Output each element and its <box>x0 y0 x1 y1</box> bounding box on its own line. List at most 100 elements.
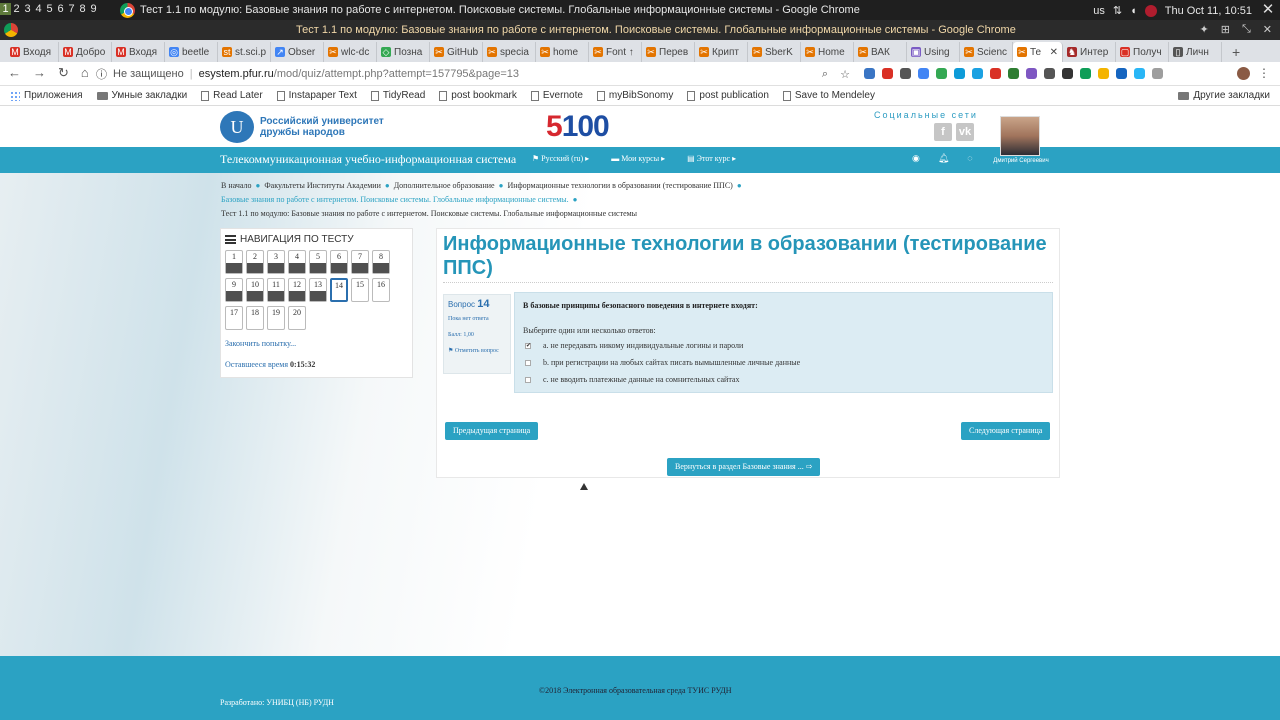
tab[interactable]: ✂ SberK <box>748 42 801 62</box>
quiz-nav-button-1[interactable]: 1 <box>225 250 243 274</box>
tab[interactable]: ♞ Интер <box>1063 42 1116 62</box>
quiz-nav-button-6[interactable]: 6 <box>330 250 348 274</box>
bookmark-item[interactable]: Instapaper Text <box>276 90 357 101</box>
menu-my-courses[interactable]: ▬ Мои курсы ▸ <box>611 154 665 163</box>
answer-checkbox[interactable] <box>525 359 531 366</box>
breadcrumb-faculties[interactable]: Факультеты Институты Академии <box>264 179 381 193</box>
quiz-nav-button-3[interactable]: 3 <box>267 250 285 274</box>
bookmark-item[interactable]: Read Later <box>201 90 263 101</box>
cast-icon[interactable]: ✦ <box>1200 23 1209 36</box>
workspace-3[interactable]: 3 <box>22 3 33 15</box>
extension-icon[interactable] <box>1062 68 1073 79</box>
quiz-nav-button-8[interactable]: 8 <box>372 250 390 274</box>
bookmark-item[interactable]: TidyRead <box>370 90 425 101</box>
workspace-8[interactable]: 8 <box>77 3 88 15</box>
tab[interactable]: ◇ Позна <box>377 42 430 62</box>
tab[interactable]: M Добро <box>59 42 112 62</box>
network-icon[interactable]: ⇅ <box>1113 4 1122 17</box>
workspace-switcher[interactable]: 1 2 3 4 5 6 7 8 9 <box>0 3 99 15</box>
search-icon[interactable]: ⌕ <box>822 68 828 81</box>
quiz-nav-button-11[interactable]: 11 <box>267 278 285 302</box>
bookmark-item[interactable]: Save to Mendeley <box>782 90 875 101</box>
user-icon[interactable] <box>1144 4 1157 17</box>
user-avatar[interactable] <box>1000 116 1040 156</box>
site-brand[interactable]: Телекоммуникационная учебно-информационн… <box>220 152 516 167</box>
tab[interactable]: ✂ specia <box>483 42 536 62</box>
answer-option[interactable]: b. при регистрации на любых сайтах писат… <box>525 354 800 371</box>
extension-icon[interactable] <box>1008 68 1019 79</box>
quiz-nav-button-19[interactable]: 19 <box>267 306 285 330</box>
tab[interactable]: ▢ Получ <box>1116 42 1169 62</box>
star-icon[interactable]: ☆ <box>840 68 850 81</box>
bookmark-item[interactable]: post bookmark <box>439 90 517 101</box>
quiz-nav-button-18[interactable]: 18 <box>246 306 264 330</box>
tab[interactable]: ✂ home <box>536 42 589 62</box>
flag-question[interactable]: ⚑ Отметить вопрос <box>448 346 504 357</box>
vk-icon[interactable]: vk <box>956 123 974 141</box>
extension-icon[interactable] <box>972 68 983 79</box>
extension-icon[interactable] <box>882 68 893 79</box>
tab[interactable]: ✂ ВАК <box>854 42 907 62</box>
home-icon[interactable]: ⌂ <box>81 65 89 81</box>
bookmark-item[interactable]: Evernote <box>530 90 583 101</box>
tab[interactable]: ▣ Using <box>907 42 960 62</box>
tab[interactable]: ✂ Home <box>801 42 854 62</box>
tab[interactable]: ✂ Перев <box>642 42 695 62</box>
quiz-nav-button-14[interactable]: 14 <box>330 278 348 302</box>
tab[interactable]: ✂ Font ↑ <box>589 42 642 62</box>
extension-icon[interactable] <box>1116 68 1127 79</box>
close-window-icon[interactable]: ✕ <box>1263 23 1272 36</box>
tab[interactable]: ▯ Личн <box>1169 42 1222 62</box>
quiz-nav-button-9[interactable]: 9 <box>225 278 243 302</box>
extension-icon[interactable] <box>990 68 1001 79</box>
new-tab-icon[interactable]: + <box>1232 42 1240 62</box>
quiz-nav-button-5[interactable]: 5 <box>309 250 327 274</box>
other-bookmarks[interactable]: Другие закладки <box>1178 90 1270 101</box>
bell-icon[interactable]: 🔔︎ <box>938 153 949 164</box>
menu-icon[interactable]: ⋮ <box>1258 66 1270 80</box>
breadcrumb-additional-education[interactable]: Дополнительное образование <box>394 179 495 193</box>
extension-icon[interactable] <box>1134 68 1145 79</box>
quiz-nav-button-2[interactable]: 2 <box>246 250 264 274</box>
university-logo[interactable]: U Российский университет дружбы народов <box>220 111 384 143</box>
quiz-nav-button-13[interactable]: 13 <box>309 278 327 302</box>
keyboard-layout[interactable]: us <box>1093 5 1105 17</box>
tab[interactable]: ✂ Крипт <box>695 42 748 62</box>
finish-attempt-link[interactable]: Закончить попытку... <box>225 339 296 348</box>
menu-language[interactable]: ⚑ Русский (ru) ▸ <box>532 154 589 163</box>
answer-checkbox[interactable]: ✔ <box>525 342 531 349</box>
tab[interactable]: ✂ GitHub <box>430 42 483 62</box>
tab[interactable]: M Входя <box>6 42 59 62</box>
quiz-nav-button-17[interactable]: 17 <box>225 306 243 330</box>
extension-icon[interactable] <box>900 68 911 79</box>
workspace-4[interactable]: 4 <box>33 3 44 15</box>
quiz-nav-button-15[interactable]: 15 <box>351 278 369 302</box>
minimize-icon[interactable]: ⤡ <box>1242 23 1251 36</box>
answer-option[interactable]: ✔ a. не передавать никому индивидуальные … <box>525 337 800 354</box>
quiz-nav-button-7[interactable]: 7 <box>351 250 369 274</box>
workspace-7[interactable]: 7 <box>66 3 77 15</box>
close-icon[interactable]: ✕ <box>1260 2 1276 18</box>
extension-icon[interactable] <box>954 68 965 79</box>
menu-this-course[interactable]: ▤ Этот курс ▸ <box>687 154 736 163</box>
chat-icon[interactable]: ◌ <box>967 153 972 164</box>
extension-icon[interactable] <box>1080 68 1091 79</box>
extension-icon[interactable] <box>864 68 875 79</box>
quiz-nav-button-16[interactable]: 16 <box>372 278 390 302</box>
extension-icon[interactable] <box>1098 68 1109 79</box>
breadcrumb-home[interactable]: В начало <box>221 179 251 193</box>
tab[interactable]: ✂ wlc-dc <box>324 42 377 62</box>
extension-icon[interactable] <box>1152 68 1163 79</box>
tab[interactable]: M Входя <box>112 42 165 62</box>
user-name[interactable]: Дмитрий Сергеевич <box>990 158 1052 164</box>
answer-checkbox[interactable] <box>525 376 531 383</box>
bookmark-item[interactable]: Умные закладки <box>96 90 187 101</box>
extension-icon[interactable] <box>918 68 929 79</box>
forward-icon[interactable]: → <box>33 65 46 81</box>
extension-icon[interactable] <box>1026 68 1037 79</box>
quiz-nav-button-20[interactable]: 20 <box>288 306 306 330</box>
workspace-1[interactable]: 1 <box>0 3 11 15</box>
previous-page-button[interactable]: Предыдущая страница <box>445 422 539 440</box>
target-icon[interactable]: ◉ <box>912 153 920 164</box>
workspace-9[interactable]: 9 <box>88 3 99 15</box>
